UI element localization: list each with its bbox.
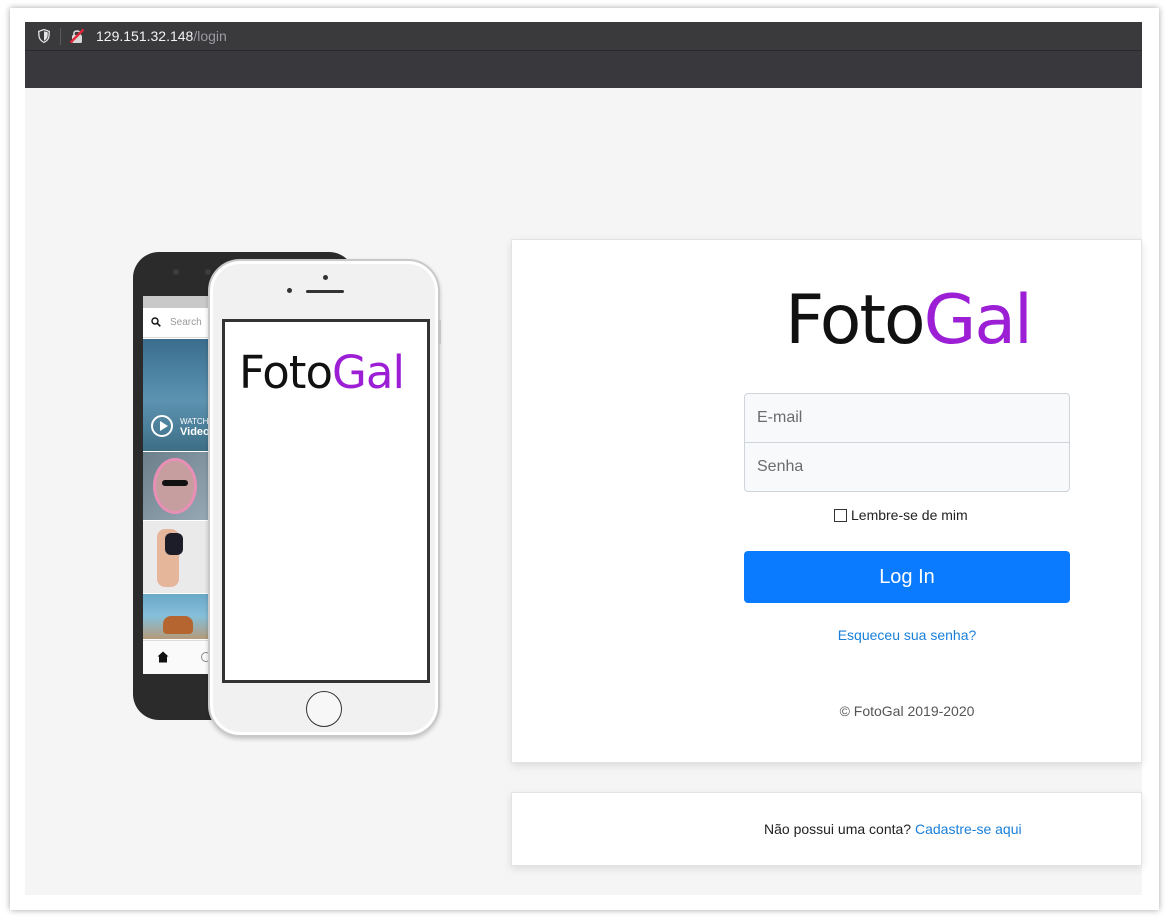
front-phone-illustration: FotoGal — [208, 259, 440, 737]
front-phone-camera — [287, 288, 292, 293]
url-path: /login — [193, 28, 227, 44]
cat-glasses — [162, 480, 188, 486]
watch-label: WATCH — [180, 417, 209, 426]
back-search-placeholder: Search — [170, 317, 202, 328]
shield-icon[interactable] — [38, 29, 50, 43]
dog-image — [165, 533, 183, 555]
phone-side-button — [438, 320, 441, 344]
insecure-lock-icon[interactable] — [69, 28, 85, 44]
address-bar[interactable]: 129.151.32.148/login — [25, 22, 1142, 51]
phone-logo: FotoGal — [239, 346, 405, 399]
remember-me[interactable]: Lembre-se de mim — [834, 506, 968, 524]
home-icon — [157, 651, 169, 663]
url-text[interactable]: 129.151.32.148/login — [96, 28, 227, 44]
login-button[interactable]: Log In — [744, 551, 1070, 603]
brand-logo: FotoGal — [748, 280, 1068, 362]
front-phone-speaker — [306, 290, 344, 293]
url-host: 129.151.32.148 — [96, 28, 194, 44]
front-phone-screen: FotoGal — [222, 319, 430, 683]
logo-foto: Foto — [785, 281, 926, 360]
logo-gal: Gal — [923, 281, 1033, 360]
signup-row: Não possui uma conta? Cadastre-se aqui — [512, 821, 1143, 837]
address-separator — [60, 28, 61, 45]
back-phone-camera — [173, 269, 179, 275]
forgot-password-link[interactable]: Esqueceu sua senha? — [744, 627, 1070, 643]
burger-image — [163, 616, 193, 634]
signup-prompt: Não possui uma conta? — [764, 821, 912, 837]
cat-image — [153, 458, 197, 514]
remember-checkbox[interactable] — [834, 508, 847, 522]
email-field[interactable] — [744, 393, 1070, 443]
browser-toolbar — [25, 51, 1142, 88]
search-icon — [151, 317, 161, 327]
remember-label: Lembre-se de mim — [851, 507, 968, 523]
watch-video-label: WATCH Video — [180, 417, 210, 438]
video-label: Video — [180, 426, 210, 438]
phone-home-button — [306, 691, 342, 727]
play-icon — [151, 415, 173, 437]
phone-logo-gal: Gal — [332, 346, 405, 399]
phone-logo-foto: Foto — [239, 346, 333, 399]
signup-link[interactable]: Cadastre-se aqui — [915, 821, 1022, 837]
back-phone-sensor — [205, 269, 211, 275]
front-phone-dot — [323, 275, 328, 280]
password-field[interactable] — [744, 442, 1070, 492]
copyright-text: © FotoGal 2019-2020 — [839, 703, 975, 719]
signup-card: Não possui uma conta? Cadastre-se aqui — [511, 792, 1142, 866]
